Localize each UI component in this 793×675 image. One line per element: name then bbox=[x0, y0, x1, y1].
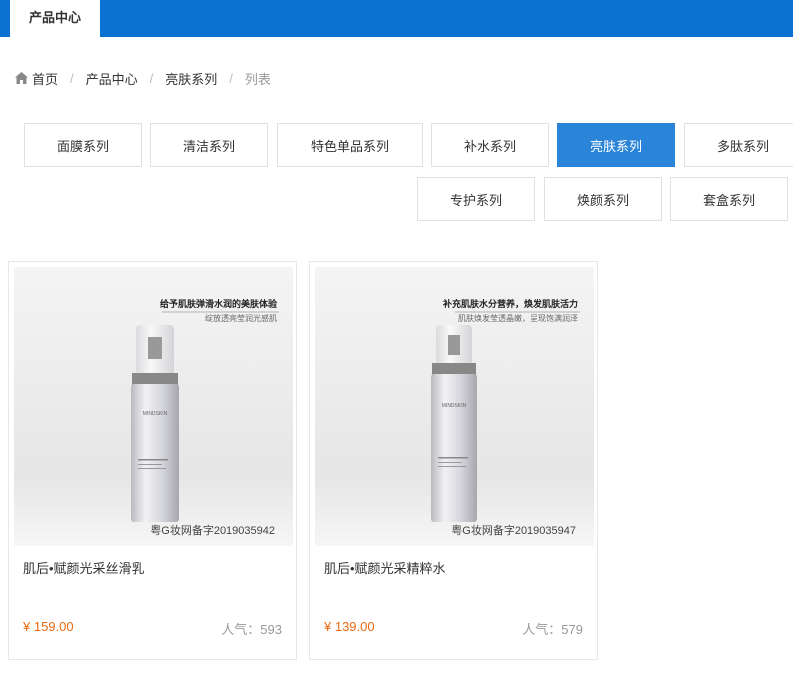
tab-product-center[interactable]: 产品中心 bbox=[10, 0, 100, 37]
image-slogan: 补充肌肤水分营养，焕发肌肤活力 bbox=[442, 299, 578, 309]
product-name[interactable]: 肌后•赋颜光采精粹水 bbox=[324, 558, 446, 577]
category-hydrating-series[interactable]: 补水系列 bbox=[431, 123, 549, 167]
breadcrumb-separator: / bbox=[229, 70, 233, 86]
product-name[interactable]: 肌后•赋颜光采丝滑乳 bbox=[23, 558, 145, 577]
top-nav-bar: 产品中心 bbox=[0, 0, 793, 37]
home-icon bbox=[15, 72, 28, 84]
category-peptide-series[interactable]: 多肽系列 bbox=[684, 123, 793, 167]
breadcrumb-current: 列表 bbox=[244, 71, 271, 87]
image-registration-number: 粤G妆网备字2019035947 bbox=[451, 525, 576, 537]
bottle-brand-text: MINDSKIN bbox=[143, 411, 168, 417]
breadcrumb-product-center[interactable]: 产品中心 bbox=[86, 69, 138, 88]
category-rejuvenation-series[interactable]: 焕颜系列 bbox=[544, 177, 662, 221]
category-special-items-series[interactable]: 特色单品系列 bbox=[277, 123, 423, 167]
product-card[interactable]: MINDSKIN 给予肌肤弹滑水润的美肤体验 绽放透亮莹润光感肌 粤G妆网备字2… bbox=[8, 261, 297, 660]
category-cleansing-series[interactable]: 清洁系列 bbox=[150, 123, 268, 167]
breadcrumb-home[interactable]: 首页 bbox=[32, 69, 58, 88]
category-brightening-series[interactable]: 亮肤系列 bbox=[557, 123, 675, 167]
category-special-care-series[interactable]: 专护系列 bbox=[417, 177, 535, 221]
product-image[interactable]: MINDSKIN 给予肌肤弹滑水润的美肤体验 绽放透亮莹润光感肌 粤G妆网备字2… bbox=[14, 267, 293, 546]
product-card[interactable]: MINDSKIN 补充肌肤水分营养，焕发肌肤活力 肌肤焕发莹透晶嫩，呈现饱满润泽… bbox=[309, 261, 598, 660]
image-subslogan: 绽放透亮莹润光感肌 bbox=[205, 314, 277, 323]
image-subslogan: 肌肤焕发莹透晶嫩，呈现饱满润泽 bbox=[458, 314, 578, 323]
image-slogan: 给予肌肤弹滑水润的美肤体验 bbox=[159, 299, 277, 309]
product-popularity: 人气：579 bbox=[522, 622, 583, 637]
product-price: ¥ 159.00 bbox=[23, 619, 74, 634]
bottle-brand-text: MINDSKIN bbox=[442, 403, 467, 409]
breadcrumb-brightening-series[interactable]: 亮肤系列 bbox=[165, 69, 217, 88]
breadcrumb: 首页 / 产品中心 / 亮肤系列 / 列表 bbox=[15, 68, 271, 88]
breadcrumb-separator: / bbox=[70, 70, 74, 86]
product-price: ¥ 139.00 bbox=[324, 619, 375, 634]
breadcrumb-separator: / bbox=[149, 70, 154, 86]
product-popularity: 人气：593 bbox=[221, 622, 282, 637]
category-gift-set-series[interactable]: 套盒系列 bbox=[670, 177, 788, 221]
image-registration-number: 粤G妆网备字2019035942 bbox=[150, 525, 275, 537]
product-image[interactable]: MINDSKIN 补充肌肤水分营养，焕发肌肤活力 肌肤焕发莹透晶嫩，呈现饱满润泽… bbox=[315, 267, 594, 546]
category-mask-series[interactable]: 面膜系列 bbox=[24, 123, 142, 167]
